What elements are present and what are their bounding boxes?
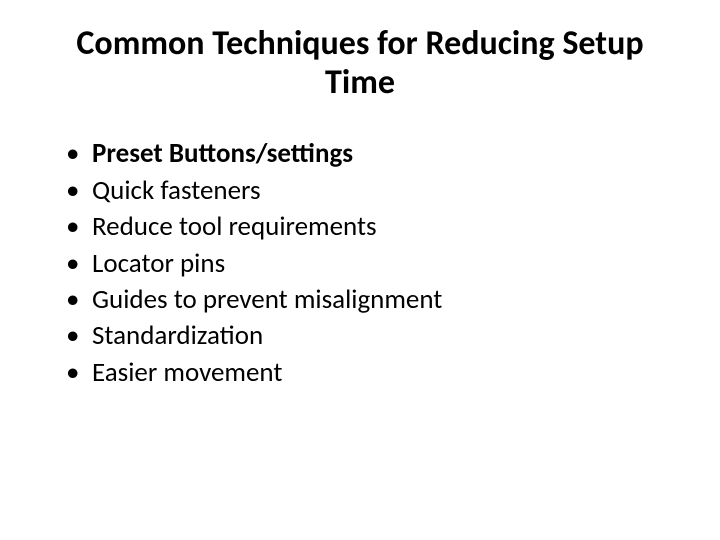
list-item-text: Standardization: [92, 319, 263, 352]
list-item: Locator pins: [66, 246, 680, 282]
list-item-text: Locator pins: [92, 247, 225, 280]
list-item-text: Quick fasteners: [92, 174, 261, 207]
bullet-list: Preset Buttons/settings Quick fasteners …: [40, 136, 680, 391]
list-item: Standardization: [66, 318, 680, 354]
slide: Common Techniques for Reducing Setup Tim…: [0, 0, 720, 540]
list-item: Guides to prevent misalignment: [66, 282, 680, 318]
list-item-text: Easier movement: [92, 356, 282, 389]
list-item: Preset Buttons/settings: [66, 136, 680, 172]
list-item: Reduce tool requirements: [66, 209, 680, 245]
list-item-text: Guides to prevent misalignment: [92, 283, 442, 316]
list-item: Quick fasteners: [66, 173, 680, 209]
list-item-text: Reduce tool requirements: [92, 210, 377, 243]
list-item-text: Preset Buttons/settings: [92, 137, 353, 170]
list-item: Easier movement: [66, 355, 680, 391]
slide-title: Common Techniques for Reducing Setup Tim…: [40, 24, 680, 102]
